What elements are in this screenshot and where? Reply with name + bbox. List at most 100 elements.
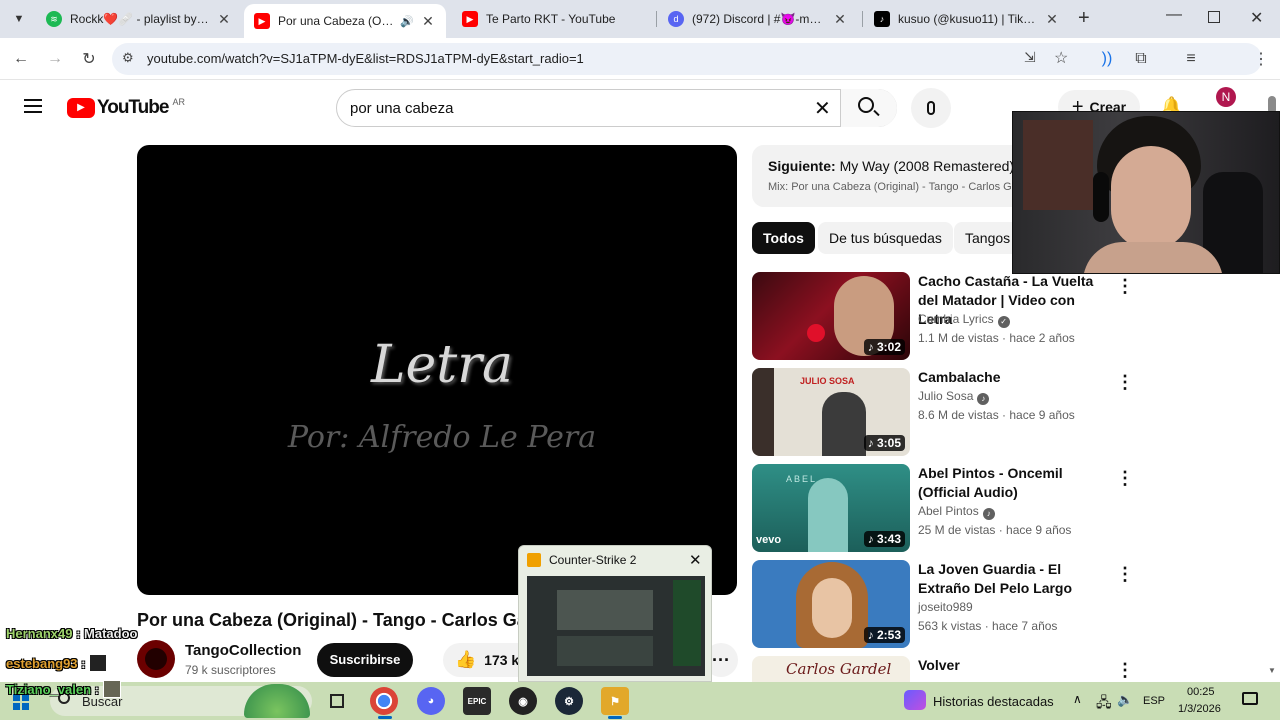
new-tab-icon[interactable]: + xyxy=(1078,7,1090,30)
taskbar-preview-popup[interactable]: Counter-Strike 2 ✕ xyxy=(518,545,712,682)
recommendation-title: Abel Pintos - Oncemil (Official Audio) xyxy=(918,465,1063,500)
close-tab-icon[interactable]: ✕ xyxy=(420,13,436,30)
recommendation-channel[interactable]: Cumbia Lyrics ✓ xyxy=(918,312,1010,328)
install-app-icon[interactable]: ⇲ xyxy=(1024,49,1036,66)
chat-emote xyxy=(89,654,108,672)
chip-from-searches[interactable]: De tus búsquedas xyxy=(818,222,953,254)
clock-date[interactable]: 1/3/2026 xyxy=(1178,703,1221,715)
site-settings-icon[interactable]: ⚙ xyxy=(122,50,134,66)
task-view-icon[interactable] xyxy=(330,694,344,708)
video-thumbnail[interactable]: ♪ 3:02 xyxy=(752,272,910,360)
video-overlay-title: Letra xyxy=(370,335,514,395)
tab-search-button[interactable]: ▼ xyxy=(8,8,30,30)
tab-youtube-active[interactable]: ▶ Por una Cabeza (Original 🔊 ✕ xyxy=(244,4,446,38)
close-tab-icon[interactable]: ✕ xyxy=(216,11,232,28)
recommendation-title: La Joven Guardia - El Extraño Del Pelo L… xyxy=(918,561,1073,596)
widgets-icon[interactable] xyxy=(904,690,926,710)
close-tab-icon[interactable]: ✕ xyxy=(1044,11,1060,28)
webcam-poster xyxy=(1023,120,1093,210)
preview-panel xyxy=(557,636,653,666)
recommendation-item[interactable]: ♪ 3:02 Cacho Castaña - La Vuelta del Mat… xyxy=(752,272,1134,362)
volume-icon[interactable]: 🔈 xyxy=(1117,692,1133,708)
tab-tiktok[interactable]: ♪ kusuo (@kusuo11) | TikTok ✕ xyxy=(864,0,1070,38)
thumb-spine xyxy=(752,368,774,456)
search-button[interactable] xyxy=(840,89,897,127)
close-preview-icon[interactable]: ✕ xyxy=(689,551,702,569)
browser-menu-icon[interactable]: ⋮ xyxy=(1248,46,1274,72)
close-tab-icon[interactable]: ✕ xyxy=(832,11,848,28)
video-overlay-subtitle: Por: Alfredo Le Pera xyxy=(287,420,597,455)
tab-spotify[interactable]: ≋ Rockk❤️🩹 - playlist by nat ✕ xyxy=(36,0,242,38)
profile-avatar[interactable]: N xyxy=(1216,87,1236,107)
chrome-icon[interactable] xyxy=(370,687,398,715)
recommendation-channel[interactable]: joseito989 xyxy=(918,600,973,614)
recommendation-item[interactable]: Carlos Gardel Volver ⋮ xyxy=(752,656,1132,682)
guide-menu-icon[interactable] xyxy=(24,99,42,113)
recommendation-channel[interactable]: Julio Sosa ♪ xyxy=(918,389,990,405)
recommendation-item[interactable]: ABEL vevo ♪ 3:43 Abel Pintos - Oncemil (… xyxy=(752,464,1134,554)
discord-icon: d xyxy=(668,11,684,27)
tab-strip: ▼ ≋ Rockk❤️🩹 - playlist by nat ✕ ▶ Por u… xyxy=(0,0,1280,38)
preview-thumbnail[interactable] xyxy=(527,576,705,676)
channel-name[interactable]: TangoCollection xyxy=(185,642,301,659)
reload-icon[interactable]: ↻ xyxy=(76,46,102,72)
minimize-icon[interactable]: — xyxy=(1166,6,1182,24)
extension-icon[interactable]: )) xyxy=(1094,46,1120,72)
youtube-logo[interactable]: ▶ YouTube AR xyxy=(67,97,185,119)
steam-icon[interactable]: ⚙ xyxy=(555,687,583,715)
notification-center-icon[interactable] xyxy=(1242,692,1258,705)
duration-badge: ♪ 3:02 xyxy=(863,339,905,355)
tab-discord[interactable]: d (972) Discord | #😈-memes ✕ xyxy=(658,0,858,38)
channel-avatar[interactable] xyxy=(137,640,175,678)
search-input[interactable] xyxy=(350,96,810,120)
network-icon[interactable]: 🖧 xyxy=(1096,692,1112,716)
language-indicator[interactable]: ESP xyxy=(1143,695,1165,707)
thumb-text: ABEL xyxy=(786,474,818,484)
show-hidden-icons[interactable]: ∧ xyxy=(1073,692,1082,706)
video-player[interactable]: Letra Por: Alfredo Le Pera xyxy=(137,145,737,595)
recommendation-item[interactable]: JULIO SOSA ♪ 3:05 Cambalache Julio Sosa ♪… xyxy=(752,368,1134,458)
bookmark-star-icon[interactable]: ☆ xyxy=(1054,48,1068,68)
more-options-icon[interactable]: ⋮ xyxy=(1116,564,1134,585)
video-thumbnail[interactable]: ABEL vevo ♪ 3:43 xyxy=(752,464,910,552)
voice-search-button[interactable] xyxy=(911,88,951,128)
address-bar[interactable]: ⚙ youtube.com/watch?v=SJ1aTPM-dyE&list=R… xyxy=(112,43,1262,75)
scroll-down-arrow[interactable]: ▼ xyxy=(1268,666,1276,675)
obs-icon[interactable]: ◉ xyxy=(509,687,537,715)
recommendation-channel[interactable]: Abel Pintos ♪ xyxy=(918,504,995,520)
clock-time[interactable]: 00:25 xyxy=(1187,686,1215,698)
tab-separator xyxy=(656,11,657,27)
more-options-icon[interactable]: ⋮ xyxy=(1116,468,1134,489)
extensions-puzzle-icon[interactable]: ⧉ xyxy=(1128,46,1154,72)
tab-youtube-2[interactable]: ▶ Te Parto RKT - YouTube xyxy=(452,0,654,38)
browser-toolbar: ← → ↻ ⚙ youtube.com/watch?v=SJ1aTPM-dyE&… xyxy=(0,38,1280,107)
recommendation-item[interactable]: ♪ 2:53 La Joven Guardia - El Extraño Del… xyxy=(752,560,1134,650)
recommendation-title: Volver xyxy=(918,657,960,673)
up-next-heading: Siguiente: My Way (2008 Remastered) xyxy=(768,158,1015,174)
video-thumbnail[interactable]: JULIO SOSA ♪ 3:05 xyxy=(752,368,910,456)
url-text: youtube.com/watch?v=SJ1aTPM-dyE&list=RDS… xyxy=(147,51,584,66)
chip-all[interactable]: Todos xyxy=(752,222,815,254)
subscribe-button[interactable]: Suscribirse xyxy=(317,643,413,677)
close-window-icon[interactable]: ✕ xyxy=(1250,8,1263,28)
restore-icon[interactable] xyxy=(1208,11,1220,23)
forward-icon[interactable]: → xyxy=(42,46,68,72)
discord-icon[interactable]: ◕ xyxy=(417,687,445,715)
speaker-icon[interactable]: 🔊 xyxy=(400,15,414,28)
search-icon xyxy=(858,97,874,113)
video-thumbnail[interactable]: Carlos Gardel xyxy=(752,656,910,682)
chat-message: Hernanx49 : Matadoo xyxy=(6,626,138,641)
more-options-icon[interactable]: ⋮ xyxy=(1116,372,1134,393)
clear-search-icon[interactable]: ✕ xyxy=(814,96,831,121)
spotify-icon: ≋ xyxy=(46,11,62,27)
preview-sidebar xyxy=(673,580,701,666)
youtube-icon: ▶ xyxy=(462,11,478,27)
epic-games-icon[interactable]: EPIC xyxy=(463,687,491,715)
counter-strike-taskbar-icon[interactable]: ⚑ xyxy=(601,687,629,715)
video-thumbnail[interactable]: ♪ 2:53 xyxy=(752,560,910,648)
media-control-icon[interactable]: ≡ xyxy=(1178,46,1204,72)
back-icon[interactable]: ← xyxy=(8,46,34,72)
more-options-icon[interactable]: ⋮ xyxy=(1116,660,1132,681)
more-options-icon[interactable]: ⋮ xyxy=(1116,276,1134,297)
widgets-label[interactable]: Historias destacadas xyxy=(933,694,1054,709)
